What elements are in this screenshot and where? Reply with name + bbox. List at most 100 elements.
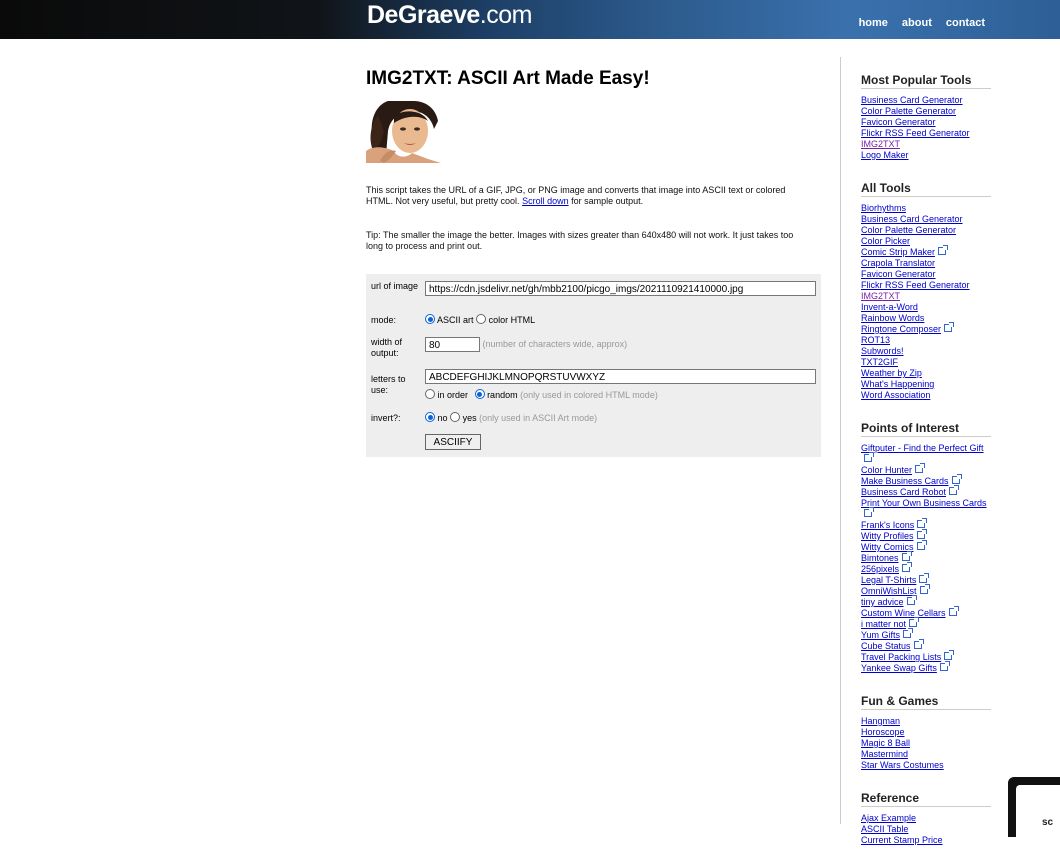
- sidebar-link-yankee-swap-gifts[interactable]: Yankee Swap Gifts: [861, 663, 937, 673]
- nav-about-link[interactable]: about: [902, 17, 932, 29]
- sidebar-link-color-picker[interactable]: Color Picker: [861, 236, 910, 246]
- invert-yes-label: yes: [462, 413, 477, 423]
- sidebar-link-favicon-generator[interactable]: Favicon Generator: [861, 269, 936, 279]
- sidebar-link-txt2gif[interactable]: TXT2GIF: [861, 357, 898, 367]
- corner-badge[interactable]: sc: [1008, 777, 1060, 845]
- sidebar-item: Flickr RSS Feed Generator: [861, 280, 991, 291]
- sidebar-link-img2txt[interactable]: IMG2TXT: [861, 139, 900, 149]
- sidebar-link-cube-status[interactable]: Cube Status: [861, 641, 911, 651]
- sidebar-link-legal-t-shirts[interactable]: Legal T-Shirts: [861, 575, 916, 585]
- sidebar-link-weather-by-zip[interactable]: Weather by Zip: [861, 368, 922, 378]
- sidebar-item: Yum Gifts: [861, 628, 991, 641]
- sample-portrait-image: [366, 101, 441, 163]
- site-header: DeGraeve.com home about contact: [0, 0, 1060, 39]
- sidebar-item: ROT13: [861, 335, 991, 346]
- order-random-radio[interactable]: [474, 389, 485, 399]
- nav-contact-link[interactable]: contact: [946, 17, 985, 29]
- sidebar-link-magic-8-ball[interactable]: Magic 8 Ball: [861, 738, 910, 748]
- letters-input[interactable]: ABCDEFGHIJKLMNOPQRSTUVWXYZ: [425, 369, 816, 384]
- external-link-icon: [948, 606, 959, 616]
- sidebar-item: IMG2TXT: [861, 291, 991, 302]
- sidebar-section-title-reference: Reference: [861, 791, 991, 807]
- scroll-down-link[interactable]: Scroll down: [522, 196, 569, 206]
- external-link-icon: [944, 322, 955, 332]
- sidebar-link-travel-packing-lists[interactable]: Travel Packing Lists: [861, 652, 941, 662]
- sidebar-link-star-wars-costumes[interactable]: Star Wars Costumes: [861, 760, 944, 770]
- sidebar-item: Favicon Generator: [861, 269, 991, 280]
- sidebar-link-img2txt[interactable]: IMG2TXT: [861, 291, 900, 301]
- sidebar-item: Print Your Own Business Cards: [861, 498, 991, 520]
- sidebar-link-frank-s-icons[interactable]: Frank's Icons: [861, 520, 914, 530]
- sidebar-link-flickr-rss-feed-generator[interactable]: Flickr RSS Feed Generator: [861, 128, 970, 138]
- mode-ascii-radio[interactable]: [425, 314, 435, 324]
- sidebar-link-yum-gifts[interactable]: Yum Gifts: [861, 630, 900, 640]
- sidebar-link-business-card-robot[interactable]: Business Card Robot: [861, 487, 946, 497]
- sidebar-link-biorhythms[interactable]: Biorhythms: [861, 203, 906, 213]
- sidebar-link-what-s-happening[interactable]: What's Happening: [861, 379, 934, 389]
- sidebar-link-witty-profiles[interactable]: Witty Profiles: [861, 531, 914, 541]
- width-input[interactable]: 80: [425, 337, 480, 352]
- sidebar-link-color-hunter[interactable]: Color Hunter: [861, 465, 912, 475]
- sidebar-link-tiny-advice[interactable]: tiny advice: [861, 597, 904, 607]
- mode-color-radio[interactable]: [476, 314, 487, 324]
- sidebar-link-256pixels[interactable]: 256pixels: [861, 564, 899, 574]
- sidebar-item: Business Card Generator: [861, 214, 991, 225]
- external-link-icon: [915, 463, 926, 473]
- sidebar-link-print-your-own-business-cards[interactable]: Print Your Own Business Cards: [861, 498, 987, 508]
- invert-yes-radio[interactable]: [450, 412, 461, 422]
- sidebar-divider: [840, 57, 841, 824]
- sidebar-link-horoscope[interactable]: Horoscope: [861, 727, 905, 737]
- sidebar: Most Popular Tools Business Card Generato…: [861, 73, 991, 866]
- sidebar-link-hangman[interactable]: Hangman: [861, 716, 900, 726]
- external-link-icon: [913, 639, 924, 649]
- sidebar-item: Business Card Generator: [861, 95, 991, 106]
- sidebar-link-ascii-table[interactable]: ASCII Table: [861, 824, 908, 834]
- sidebar-item: tiny advice: [861, 595, 991, 608]
- sidebar-link-crapola-translator[interactable]: Crapola Translator: [861, 258, 935, 268]
- site-logo[interactable]: DeGraeve.com: [367, 1, 532, 30]
- invert-options: no yes (only used in ASCII Art mode): [425, 412, 597, 423]
- sidebar-link-logo-maker[interactable]: Logo Maker: [861, 150, 909, 160]
- sidebar-link-word-association[interactable]: Word Association: [861, 390, 930, 400]
- invert-label: invert?:: [371, 413, 401, 423]
- external-link-icon: [919, 573, 930, 583]
- sidebar-link-invent-a-word[interactable]: Invent-a-Word: [861, 302, 918, 312]
- sidebar-link-current-stamp-price[interactable]: Current Stamp Price: [861, 835, 943, 845]
- sidebar-item: Hangman: [861, 716, 991, 727]
- sidebar-link-ajax-example[interactable]: Ajax Example: [861, 813, 916, 823]
- mode-ascii-label: ASCII art: [437, 315, 474, 325]
- sidebar-item: Giftputer - Find the Perfect Gift: [861, 443, 991, 465]
- sidebar-link-omniwishlist[interactable]: OmniWishList: [861, 586, 917, 596]
- sidebar-item: OmniWishList: [861, 584, 991, 597]
- sidebar-link-i-matter-not[interactable]: i matter not: [861, 619, 906, 629]
- sidebar-link-comic-strip-maker[interactable]: Comic Strip Maker: [861, 247, 935, 257]
- main-content: IMG2TXT: ASCII Art Made Easy! This scrip…: [366, 68, 826, 457]
- sidebar-link-custom-wine-cellars[interactable]: Custom Wine Cellars: [861, 608, 946, 618]
- external-link-icon: [919, 584, 930, 594]
- url-label: url of image: [371, 281, 419, 291]
- mode-label: mode:: [371, 315, 397, 325]
- order-in-radio[interactable]: [425, 389, 435, 399]
- sidebar-link-subwords[interactable]: Subwords!: [861, 346, 904, 356]
- nav-home-link[interactable]: home: [859, 17, 888, 29]
- sidebar-item: Color Palette Generator: [861, 106, 991, 117]
- sidebar-link-business-card-generator[interactable]: Business Card Generator: [861, 95, 963, 105]
- intro-text-end: for sample output.: [568, 196, 644, 206]
- sidebar-link-business-card-generator[interactable]: Business Card Generator: [861, 214, 963, 224]
- width-row: 80 (number of characters wide, approx): [425, 337, 627, 352]
- sidebar-item: Crapola Translator: [861, 258, 991, 269]
- sidebar-link-rainbow-words[interactable]: Rainbow Words: [861, 313, 924, 323]
- sidebar-link-favicon-generator[interactable]: Favicon Generator: [861, 117, 936, 127]
- sidebar-link-make-business-cards[interactable]: Make Business Cards: [861, 476, 949, 486]
- url-input[interactable]: https://cdn.jsdelivr.net/gh/mbb2100/picg…: [425, 281, 816, 296]
- sidebar-link-flickr-rss-feed-generator[interactable]: Flickr RSS Feed Generator: [861, 280, 970, 290]
- sidebar-link-color-palette-generator[interactable]: Color Palette Generator: [861, 225, 956, 235]
- sidebar-link-ringtone-composer[interactable]: Ringtone Composer: [861, 324, 941, 334]
- sidebar-link-mastermind[interactable]: Mastermind: [861, 749, 908, 759]
- asciify-button[interactable]: ASCIIFY: [425, 434, 481, 450]
- invert-no-radio[interactable]: [425, 412, 435, 422]
- sidebar-link-rot13[interactable]: ROT13: [861, 335, 890, 345]
- sidebar-link-giftputer-find-the-perfect-gift[interactable]: Giftputer - Find the Perfect Gift: [861, 443, 984, 453]
- sidebar-link-bimtones[interactable]: Bimtones: [861, 553, 899, 563]
- sidebar-link-color-palette-generator[interactable]: Color Palette Generator: [861, 106, 956, 116]
